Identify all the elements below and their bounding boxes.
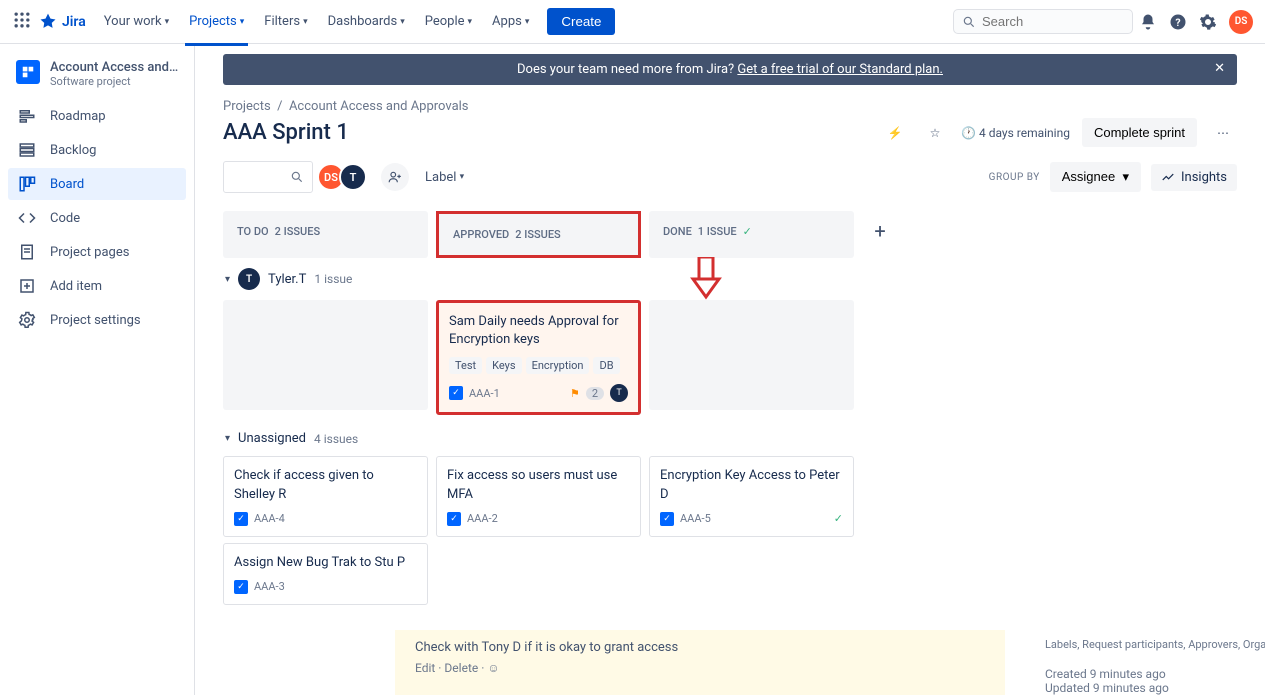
time-remaining: 🕐 4 days remaining <box>961 126 1070 140</box>
col-done-header[interactable]: DONE 1 ISSUE ✓ <box>649 211 854 252</box>
card-aaa-4[interactable]: Check if access given to Shelley R ✓AAA-… <box>223 456 428 536</box>
settings-icon[interactable] <box>1193 7 1223 37</box>
swimlane-name: Unassigned <box>238 431 306 446</box>
task-icon: ✓ <box>449 386 463 400</box>
profile-avatar[interactable]: DS <box>1229 10 1253 34</box>
more-icon[interactable]: ⋯ <box>1209 119 1237 147</box>
nav-projects[interactable]: Projects▾ <box>181 8 252 35</box>
label-filter[interactable]: Label ▾ <box>419 166 470 189</box>
create-button[interactable]: Create <box>547 8 615 35</box>
done-check-icon: ✓ <box>834 512 843 525</box>
top-nav: Jira Your work▾ Projects▾ Filters▾ Dashb… <box>0 0 1265 44</box>
comment-text: Check with Tony D if it is okay to grant… <box>415 640 985 655</box>
card-tags: Test Keys Encryption DB <box>449 357 628 374</box>
chevron-down-icon: ▾ <box>225 433 230 444</box>
details-footer: Check with Tony D if it is okay to grant… <box>395 630 1237 695</box>
updated-date: Updated 9 minutes ago <box>1045 681 1169 695</box>
sidebar-add-item[interactable]: Add item <box>8 270 186 302</box>
groupby-dropdown[interactable]: Assignee ▾ <box>1050 162 1141 192</box>
product-name: Jira <box>62 14 86 30</box>
search-input[interactable] <box>982 14 1122 29</box>
swimlane-count: 1 issue <box>314 272 352 286</box>
project-type: Software project <box>50 75 180 88</box>
comment-edit[interactable]: Edit <box>415 661 435 675</box>
content-area: Does your team need more from Jira? Get … <box>195 44 1265 695</box>
flag-icon: ⚑ <box>570 387 580 400</box>
board-search[interactable] <box>223 161 313 193</box>
crumb-projects[interactable]: Projects <box>223 99 271 114</box>
card-aaa-1[interactable]: Sam Daily needs Approval for Encryption … <box>436 300 641 415</box>
upgrade-banner: Does your team need more from Jira? Get … <box>223 54 1237 85</box>
chevron-down-icon: ▾ <box>225 274 230 285</box>
card-aaa-3[interactable]: Assign New Bug Trak to Stu P ✓AAA-3 <box>223 543 428 605</box>
notifications-icon[interactable] <box>1133 7 1163 37</box>
comment-count-badge: 2 <box>586 387 604 400</box>
nav-filters[interactable]: Filters▾ <box>256 8 315 35</box>
task-icon: ✓ <box>234 512 248 526</box>
global-search[interactable] <box>953 9 1133 34</box>
crumb-project[interactable]: Account Access and Approvals <box>289 99 469 114</box>
assignee-avatar: T <box>610 384 628 402</box>
annotation-arrow-icon <box>685 257 729 301</box>
svg-text:?: ? <box>1175 15 1180 28</box>
jira-logo[interactable]: Jira <box>38 12 86 32</box>
close-icon[interactable]: ✕ <box>1214 61 1225 76</box>
assignee-avatars[interactable]: DS T <box>323 163 367 191</box>
project-icon <box>16 60 40 84</box>
project-name: Account Access and Ap... <box>50 60 180 75</box>
swimlane-unassigned[interactable]: ▾ Unassigned 4 issues <box>223 421 1237 456</box>
sidebar-roadmap[interactable]: Roadmap <box>8 100 186 132</box>
card-title: Sam Daily needs Approval for Encryption … <box>449 313 628 349</box>
card-aaa-2[interactable]: Fix access so users must use MFA ✓AAA-2 <box>436 456 641 536</box>
nav-items: Your work▾ Projects▾ Filters▾ Dashboards… <box>96 8 538 35</box>
add-column-button[interactable]: + <box>862 211 898 251</box>
add-people-icon[interactable] <box>381 163 409 191</box>
comment-block: Check with Tony D if it is okay to grant… <box>395 630 1005 695</box>
groupby-label: GROUP BY <box>989 172 1040 183</box>
col-todo-header[interactable]: TO DO 2 ISSUES <box>223 211 428 252</box>
nav-your-work[interactable]: Your work▾ <box>96 8 177 35</box>
task-icon: ✓ <box>447 512 461 526</box>
board-columns: TO DO 2 ISSUES APPROVED 2 ISSUES DONE 1 … <box>223 211 1237 258</box>
sidebar-code[interactable]: Code <box>8 202 186 234</box>
swimlane-count: 4 issues <box>314 432 358 446</box>
sidebar-project-settings[interactable]: Project settings <box>8 304 186 336</box>
automation-icon[interactable]: ⚡ <box>881 119 909 147</box>
sidebar-project-pages[interactable]: Project pages <box>8 236 186 268</box>
issue-key: AAA-1 <box>469 387 500 400</box>
project-header[interactable]: Account Access and Ap... Software projec… <box>8 56 186 100</box>
app-switcher-icon[interactable] <box>12 10 32 34</box>
card-aaa-5[interactable]: Encryption Key Access to Peter D ✓AAA-5✓ <box>649 456 854 536</box>
banner-link[interactable]: Get a free trial of our Standard plan. <box>737 62 943 77</box>
details-fields-summary: Labels, Request participants, Approvers,… <box>1045 638 1265 651</box>
nav-dashboards[interactable]: Dashboards▾ <box>320 8 413 35</box>
comment-delete[interactable]: Delete <box>444 661 478 675</box>
page-title: AAA Sprint 1 <box>223 120 349 145</box>
nav-people[interactable]: People▾ <box>417 8 480 35</box>
emoji-icon[interactable]: ☺ <box>487 661 499 675</box>
task-icon: ✓ <box>234 580 248 594</box>
complete-sprint-button[interactable]: Complete sprint <box>1082 118 1197 147</box>
swimlane-name: Tyler.T <box>268 272 306 287</box>
avatar-t[interactable]: T <box>339 163 367 191</box>
nav-apps[interactable]: Apps▾ <box>484 8 537 35</box>
swimlane-avatar: T <box>238 268 260 290</box>
col-approved-header[interactable]: APPROVED 2 ISSUES <box>436 211 641 258</box>
help-icon[interactable]: ? <box>1163 7 1193 37</box>
task-icon: ✓ <box>660 512 674 526</box>
breadcrumb: Projects / Account Access and Approvals <box>223 99 1237 114</box>
sidebar: Account Access and Ap... Software projec… <box>0 44 195 695</box>
swimlane-tyler[interactable]: ▾ T Tyler.T 1 issue <box>223 258 1237 300</box>
sidebar-board[interactable]: Board <box>8 168 186 200</box>
created-date: Created 9 minutes ago <box>1045 667 1169 681</box>
star-icon[interactable]: ☆ <box>921 119 949 147</box>
insights-button[interactable]: Insights <box>1151 164 1237 191</box>
sidebar-backlog[interactable]: Backlog <box>8 134 186 166</box>
